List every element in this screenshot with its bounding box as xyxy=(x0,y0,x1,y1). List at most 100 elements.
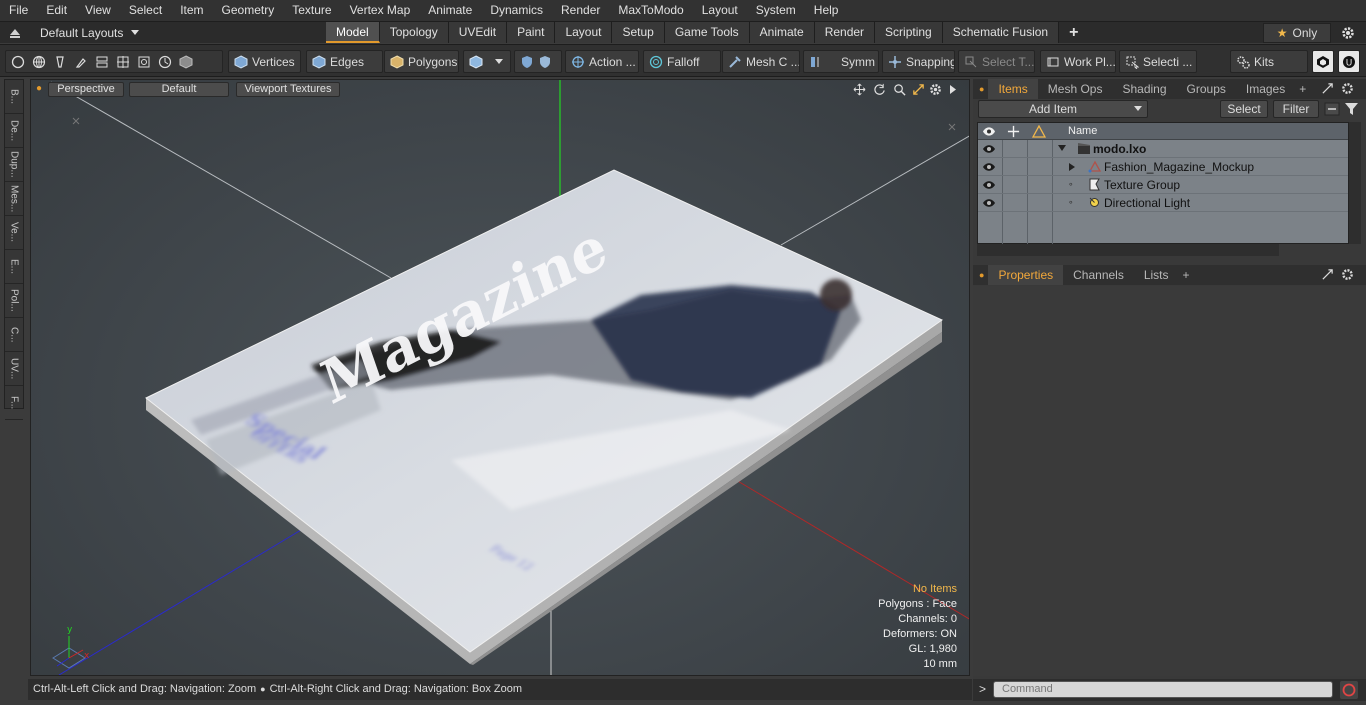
clock-icon[interactable] xyxy=(158,55,172,69)
menu-render[interactable]: Render xyxy=(552,0,609,21)
globe-icon[interactable] xyxy=(32,55,46,69)
item-mode-button[interactable] xyxy=(463,50,511,73)
tree-row-directional-light[interactable]: ∘ Directional Light xyxy=(978,194,1348,212)
viewport-menu-dot-icon[interactable]: ● xyxy=(36,83,42,94)
add-panel-tab-icon[interactable]: + xyxy=(1295,79,1310,99)
add-panel-tab-icon[interactable]: + xyxy=(1179,265,1194,285)
menu-layout[interactable]: Layout xyxy=(693,0,747,21)
tab-topology[interactable]: Topology xyxy=(379,22,449,43)
sidebar-tab-uv[interactable]: UV... xyxy=(5,352,23,386)
menu-geometry[interactable]: Geometry xyxy=(213,0,284,21)
menu-vertex-map[interactable]: Vertex Map xyxy=(341,0,420,21)
add-item-button[interactable]: Add Item xyxy=(978,100,1148,118)
tab-properties[interactable]: Properties xyxy=(988,265,1064,285)
collapsed-triangle-icon[interactable] xyxy=(1069,163,1076,171)
eye-icon[interactable] xyxy=(982,142,996,156)
menu-dynamics[interactable]: Dynamics xyxy=(481,0,552,21)
tab-scripting[interactable]: Scripting xyxy=(875,22,943,43)
tab-images[interactable]: Images xyxy=(1236,79,1295,99)
tree-row-scene[interactable]: modo.lxo xyxy=(978,140,1348,158)
symmetry-button[interactable]: Symm ... xyxy=(803,50,879,73)
panel-menu-dot-icon[interactable]: ● xyxy=(973,270,988,280)
polygons-button[interactable]: Polygons xyxy=(384,50,459,73)
menu-edit[interactable]: Edit xyxy=(37,0,76,21)
3d-viewport[interactable]: Magazine Special OFFERS Page 12 y x ● Pe… xyxy=(30,79,970,676)
items-vertical-scrollbar[interactable] xyxy=(1349,122,1361,244)
only-button[interactable]: ★ Only xyxy=(1263,23,1331,43)
pen-icon[interactable] xyxy=(53,55,67,69)
tab-model[interactable]: Model xyxy=(326,22,380,43)
grid-icon[interactable] xyxy=(116,55,130,69)
tree-row-texture-group[interactable]: ∘ Texture Group xyxy=(978,176,1348,194)
tab-groups[interactable]: Groups xyxy=(1177,79,1236,99)
symmetry-shields-button[interactable] xyxy=(514,50,562,73)
frame-icon[interactable] xyxy=(137,55,151,69)
name-column-header[interactable]: Name xyxy=(1068,125,1097,137)
tab-render[interactable]: Render xyxy=(814,22,876,43)
tab-game-tools[interactable]: Game Tools xyxy=(664,22,750,43)
collapse-icon[interactable] xyxy=(1324,102,1340,116)
snapping-button[interactable]: Snapping xyxy=(882,50,955,73)
tab-channels[interactable]: Channels xyxy=(1063,265,1134,285)
sidebar-tab-polygon[interactable]: Pol... xyxy=(5,284,23,318)
zoom-icon[interactable] xyxy=(893,83,906,96)
gear-icon[interactable] xyxy=(1341,26,1355,40)
tab-layout[interactable]: Layout xyxy=(555,22,613,43)
view-mode-button[interactable]: Perspective xyxy=(48,82,124,97)
tab-shading[interactable]: Shading xyxy=(1112,79,1176,99)
sidebar-tab-mesh-edit[interactable]: Mes... xyxy=(5,182,23,216)
unity-button[interactable] xyxy=(1312,50,1334,73)
eye-icon[interactable] xyxy=(982,196,996,210)
funnel-icon[interactable] xyxy=(1344,102,1359,116)
tab-lists[interactable]: Lists xyxy=(1134,265,1179,285)
tab-animate[interactable]: Animate xyxy=(749,22,815,43)
vertices-button[interactable]: Vertices xyxy=(228,50,301,73)
fit-view-icon[interactable] xyxy=(912,83,925,96)
menu-select[interactable]: Select xyxy=(120,0,171,21)
menu-view[interactable]: View xyxy=(76,0,120,21)
menu-help[interactable]: Help xyxy=(805,0,848,21)
menu-animate[interactable]: Animate xyxy=(419,0,481,21)
items-horizontal-scrollbar[interactable] xyxy=(977,244,1279,256)
record-icon[interactable] xyxy=(1340,681,1358,699)
menu-maxtomodo[interactable]: MaxToModo xyxy=(609,0,692,21)
select-through-button[interactable]: Select T... xyxy=(958,50,1035,73)
cube-icon[interactable] xyxy=(179,54,193,69)
menu-file[interactable]: File xyxy=(0,0,37,21)
sidebar-tab-fusion[interactable]: F... xyxy=(5,386,23,420)
sidebar-tab-vertex[interactable]: Ve... xyxy=(5,216,23,250)
tab-paint[interactable]: Paint xyxy=(507,22,556,43)
sidebar-tab-curve[interactable]: C... xyxy=(5,318,23,352)
action-center-button[interactable]: Action ... xyxy=(565,50,639,73)
panel-expand-icon[interactable] xyxy=(1321,268,1334,281)
eye-icon[interactable] xyxy=(982,160,996,174)
rotate-icon[interactable] xyxy=(873,83,886,96)
tab-items[interactable]: Items xyxy=(988,79,1038,99)
align-icon[interactable] xyxy=(95,55,109,69)
panel-gear-icon[interactable] xyxy=(1341,82,1354,95)
sidebar-tab-deform[interactable]: De... xyxy=(5,114,23,148)
menu-system[interactable]: System xyxy=(747,0,805,21)
selection-sets-button[interactable]: Selecti ... xyxy=(1119,50,1197,73)
sidebar-tab-basic[interactable]: B... xyxy=(5,80,23,114)
render-column-icon[interactable] xyxy=(1032,125,1046,138)
visibility-column-eye-icon[interactable] xyxy=(982,125,996,138)
panel-menu-dot-icon[interactable]: ● xyxy=(973,84,988,94)
expanded-triangle-icon[interactable] xyxy=(1058,145,1066,152)
brush-icon[interactable] xyxy=(74,55,88,69)
tab-schematic-fusion[interactable]: Schematic Fusion xyxy=(942,22,1060,43)
tree-row-mesh[interactable]: Fashion_Magazine_Mockup xyxy=(978,158,1348,176)
tab-mesh-ops[interactable]: Mesh Ops xyxy=(1038,79,1113,99)
layout-dropdown[interactable]: Default Layouts xyxy=(8,22,140,44)
tab-setup[interactable]: Setup xyxy=(612,22,665,43)
lock-column-icon[interactable] xyxy=(1007,125,1020,138)
viewport-gear-icon[interactable] xyxy=(929,83,942,96)
menu-texture[interactable]: Texture xyxy=(283,0,340,21)
unreal-button[interactable]: U xyxy=(1338,50,1360,73)
select-button[interactable]: Select xyxy=(1220,100,1268,118)
command-input[interactable]: Command xyxy=(993,681,1333,698)
pan-icon[interactable] xyxy=(853,83,866,96)
mesh-constraint-button[interactable]: Mesh C ... xyxy=(722,50,800,73)
eye-icon[interactable] xyxy=(982,178,996,192)
viewport-textures-button[interactable]: Viewport Textures xyxy=(236,82,340,97)
